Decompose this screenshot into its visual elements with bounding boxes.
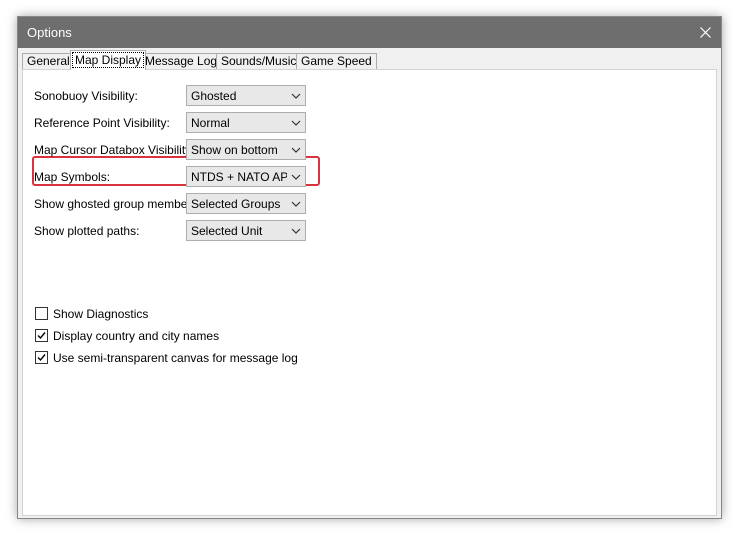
options-dialog: Options General Map Display Message Log … <box>17 16 722 519</box>
show-plotted-paths-label: Show plotted paths: <box>34 224 140 238</box>
sonobuoy-visibility-dropdown[interactable]: Ghosted <box>186 85 306 106</box>
tab-message-log[interactable]: Message Log <box>140 53 223 69</box>
map-symbols-label: Map Symbols: <box>34 170 111 184</box>
map-cursor-databox-visibility-label: Map Cursor Databox Visibility: <box>34 143 195 157</box>
checkmark-icon <box>37 354 46 362</box>
tab-map-display[interactable]: Map Display <box>70 50 147 70</box>
map-cursor-databox-visibility-value: Show on bottom <box>191 143 278 157</box>
window-title: Options <box>27 25 72 40</box>
show-diagnostics-checkbox[interactable] <box>35 307 48 320</box>
tab-game-speed[interactable]: Game Speed <box>296 53 377 69</box>
chevron-down-icon <box>291 93 301 99</box>
reference-point-visibility-dropdown[interactable]: Normal <box>186 112 306 133</box>
reference-point-visibility-value: Normal <box>191 116 230 130</box>
reference-point-visibility-label: Reference Point Visibility: <box>34 116 170 130</box>
show-plotted-paths-value: Selected Unit <box>191 224 263 238</box>
show-diagnostics-label[interactable]: Show Diagnostics <box>53 307 148 321</box>
show-ghosted-group-members-label: Show ghosted group members: <box>34 197 201 211</box>
checkmark-icon <box>37 332 46 340</box>
display-country-city-names-label[interactable]: Display country and city names <box>53 329 219 343</box>
sonobuoy-visibility-label: Sonobuoy Visibility: <box>34 89 138 103</box>
semi-transparent-canvas-label[interactable]: Use semi-transparent canvas for message … <box>53 351 298 365</box>
show-plotted-paths-dropdown[interactable]: Selected Unit <box>186 220 306 241</box>
title-bar[interactable]: Options <box>18 17 721 48</box>
chevron-down-icon <box>291 174 301 180</box>
chevron-down-icon <box>291 147 301 153</box>
close-button[interactable] <box>689 17 721 48</box>
map-cursor-databox-visibility-dropdown[interactable]: Show on bottom <box>186 139 306 160</box>
dialog-client-area: General Map Display Message Log Sounds/M… <box>18 48 721 518</box>
sonobuoy-visibility-value: Ghosted <box>191 89 237 103</box>
close-icon <box>699 27 711 38</box>
display-country-city-names-checkbox[interactable] <box>35 329 48 342</box>
tab-sounds-music[interactable]: Sounds/Music <box>216 53 302 69</box>
tab-general[interactable]: General <box>22 53 75 69</box>
semi-transparent-canvas-checkbox[interactable] <box>35 351 48 364</box>
map-symbols-value: NTDS + NATO APP-6 <box>191 170 287 184</box>
chevron-down-icon <box>291 201 301 207</box>
show-ghosted-group-members-dropdown[interactable]: Selected Groups <box>186 193 306 214</box>
map-display-panel: Sonobuoy Visibility: Ghosted Reference P… <box>22 69 717 516</box>
chevron-down-icon <box>291 228 301 234</box>
chevron-down-icon <box>291 120 301 126</box>
show-ghosted-group-members-value: Selected Groups <box>191 197 281 211</box>
map-symbols-dropdown[interactable]: NTDS + NATO APP-6 <box>186 166 306 187</box>
